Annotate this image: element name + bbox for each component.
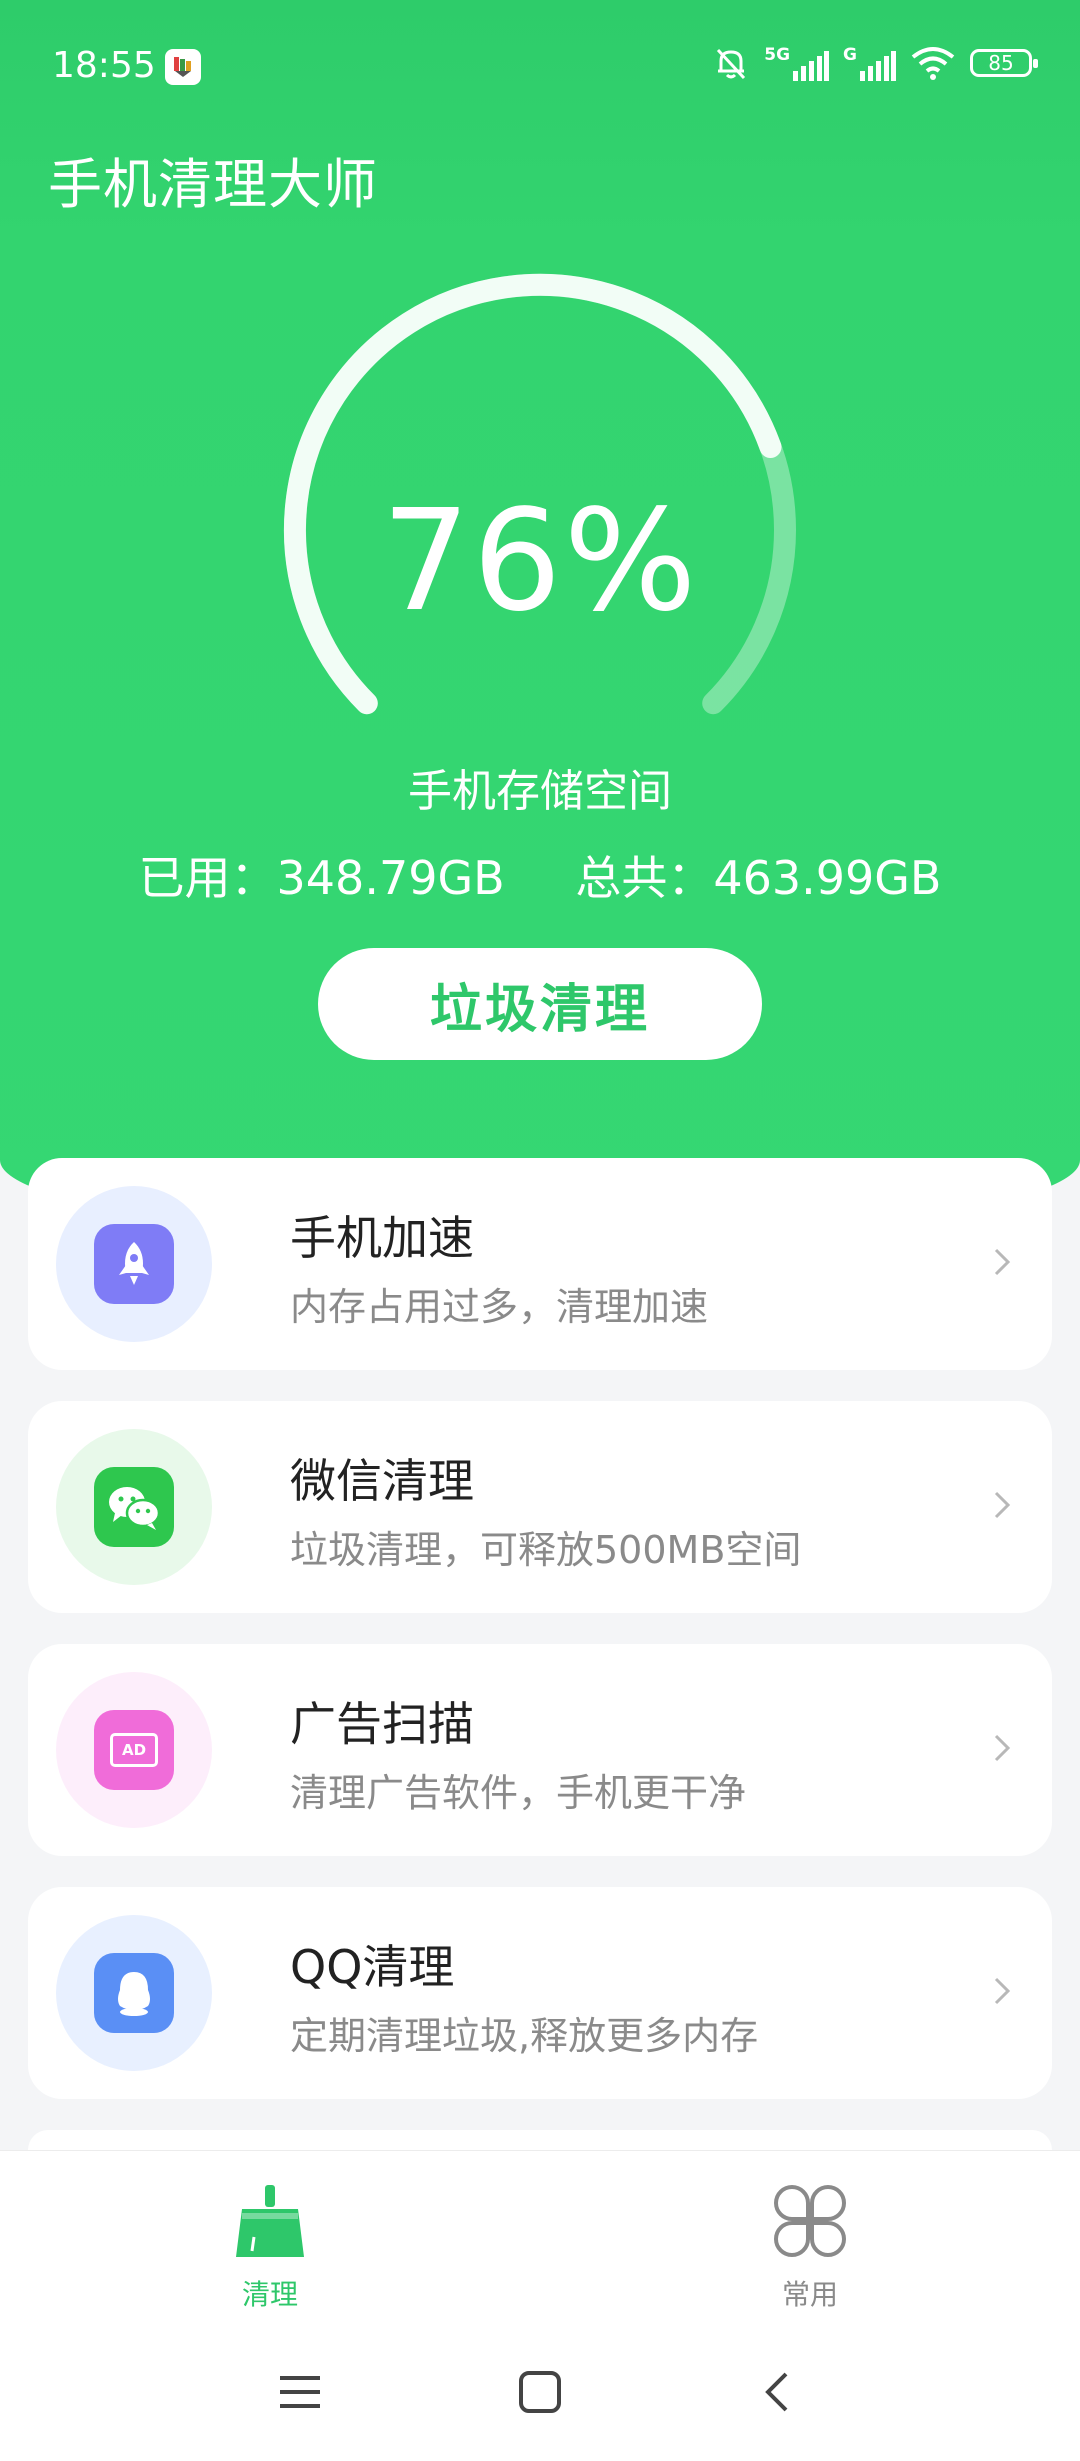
status-time: 18:55 — [52, 45, 156, 86]
ad-icon: AD — [94, 1710, 174, 1790]
signal-bars-icon — [860, 51, 896, 81]
junk-clean-button[interactable]: 垃圾清理 — [318, 948, 762, 1060]
feature-card-ad-scan[interactable]: AD 广告扫描 清理广告软件，手机更干净 — [28, 1644, 1052, 1856]
card-title: QQ清理 — [290, 1940, 455, 1994]
system-nav-bar — [0, 2340, 1080, 2460]
tab-label: 清理 — [241, 2278, 298, 2311]
four-petal-icon — [774, 2185, 846, 2257]
chevron-right-icon — [994, 1734, 1011, 1762]
card-title: 手机加速 — [290, 1211, 474, 1265]
app-notification-icon — [165, 49, 201, 85]
back-icon[interactable] — [760, 2370, 794, 2414]
storage-label: 手机存储空间 — [408, 766, 672, 817]
feature-card-wechat-clean[interactable]: 微信清理 垃圾清理，可释放500MB空间 — [28, 1401, 1052, 1613]
icon-circle — [56, 1429, 212, 1585]
storage-stats: 已用：348.79GB 总共：463.99GB — [0, 842, 1080, 908]
storage-percent: 76% — [381, 480, 699, 643]
broom-icon — [236, 2185, 304, 2257]
card-subtitle: 内存占用过多，清理加速 — [290, 1285, 709, 1329]
card-subtitle: 清理广告软件，手机更干净 — [290, 1771, 747, 1815]
signal-bars-icon — [793, 51, 830, 81]
wechat-icon — [94, 1467, 174, 1547]
mute-bell-icon — [717, 48, 746, 80]
tab-common[interactable]: 常用 — [730, 2181, 890, 2313]
icon-circle — [56, 1186, 212, 1342]
chevron-right-icon — [994, 1977, 1011, 2005]
icon-circle: AD — [56, 1672, 212, 1828]
chevron-right-icon — [994, 1491, 1011, 1519]
home-icon[interactable] — [518, 2370, 562, 2414]
battery-icon: 85 — [970, 49, 1038, 77]
menu-icon[interactable] — [278, 2372, 322, 2412]
status-icons: 5G G 85 — [712, 44, 1038, 82]
storage-used: 已用：348.79GB — [138, 851, 505, 905]
card-title: 微信清理 — [290, 1454, 474, 1508]
icon-circle — [56, 1915, 212, 2071]
feature-card-phone-boost[interactable]: 手机加速 内存占用过多，清理加速 — [28, 1158, 1052, 1370]
signal-5g: 5G — [764, 45, 830, 81]
tab-label: 常用 — [781, 2278, 838, 2311]
app-title: 手机清理大师 — [48, 153, 378, 216]
card-subtitle: 垃圾清理，可释放500MB空间 — [290, 1528, 802, 1572]
feature-card-qq-clean[interactable]: QQ清理 定期清理垃圾,释放更多内存 — [28, 1887, 1052, 2099]
qq-icon — [94, 1953, 174, 2033]
status-bar: 18:55 5G G 85 — [0, 0, 1080, 135]
storage-total: 总共：463.99GB — [575, 851, 942, 905]
signal-g: G — [843, 45, 896, 81]
tab-clean[interactable]: 清理 — [190, 2181, 350, 2313]
wifi-icon — [911, 47, 955, 80]
chevron-right-icon — [994, 1248, 1011, 1276]
card-title: 广告扫描 — [290, 1697, 474, 1751]
card-subtitle: 定期清理垃圾,释放更多内存 — [290, 2014, 759, 2058]
rocket-icon — [94, 1224, 174, 1304]
ad-icon-label: AD — [121, 1741, 147, 1759]
ad-screen: AD — [110, 1733, 158, 1767]
